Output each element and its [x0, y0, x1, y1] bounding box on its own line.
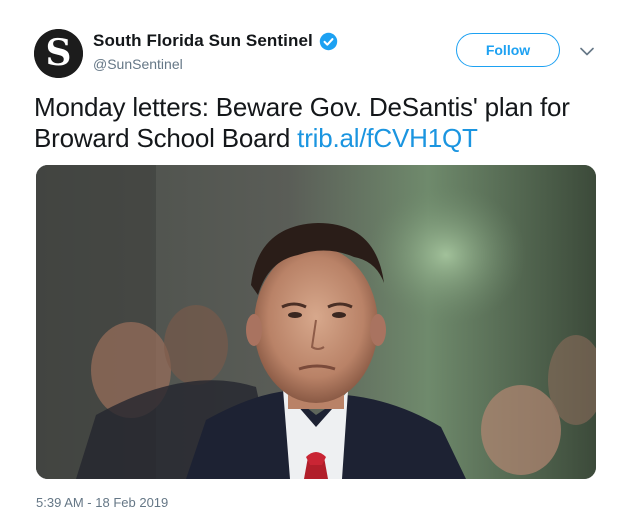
chevron-down-icon: [580, 47, 594, 55]
account-name-row[interactable]: South Florida Sun Sentinel: [93, 31, 338, 51]
display-name[interactable]: South Florida Sun Sentinel: [93, 31, 313, 51]
tweet-photo[interactable]: [36, 165, 596, 479]
svg-text:S: S: [46, 32, 72, 74]
tweet-timestamp[interactable]: 5:39 AM - 18 Feb 2019: [36, 495, 168, 510]
tweet-card: S South Florida Sun Sentinel @SunSentine…: [0, 0, 631, 523]
follow-button[interactable]: Follow: [456, 33, 560, 67]
verified-badge-icon: [319, 32, 338, 51]
photo-icon: [36, 165, 596, 479]
tweet-text: Monday letters: Beware Gov. DeSantis' pl…: [34, 92, 604, 154]
tweet-link[interactable]: trib.al/fCVH1QT: [297, 123, 478, 153]
account-handle[interactable]: @SunSentinel: [93, 56, 183, 72]
sun-sentinel-s-logo-icon: S: [34, 29, 83, 78]
avatar[interactable]: S: [34, 29, 83, 78]
more-options-button[interactable]: [577, 41, 597, 61]
